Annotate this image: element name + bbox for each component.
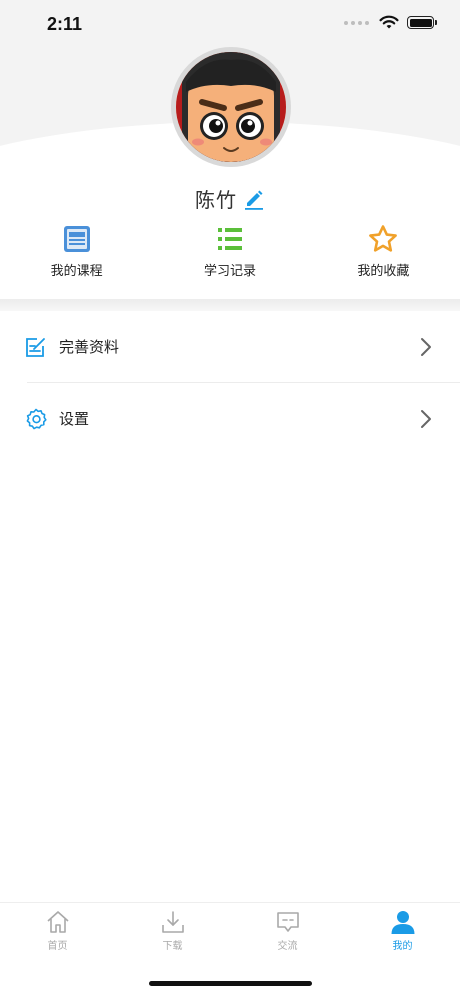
- username: 陈竹: [195, 188, 237, 212]
- wifi-icon: [379, 15, 399, 29]
- username-row: 陈竹: [0, 184, 460, 213]
- tab-chat-label: 交流: [277, 941, 298, 952]
- tab-chat[interactable]: 交流: [230, 903, 345, 962]
- tab-mine[interactable]: 我的: [345, 903, 460, 962]
- my-courses-button[interactable]: 我的课程: [0, 224, 153, 284]
- my-courses-label: 我的课程: [50, 264, 103, 279]
- chevron-right-icon: [421, 337, 431, 356]
- settings-menu: 完善资料 设置: [0, 311, 460, 454]
- tab-home[interactable]: 首页: [0, 903, 115, 962]
- star-icon: [369, 225, 398, 252]
- tab-download[interactable]: 下载: [115, 903, 230, 962]
- edit-profile-icon: [26, 337, 45, 357]
- study-record-button[interactable]: 学习记录: [153, 224, 306, 284]
- tab-download-label: 下载: [162, 941, 183, 952]
- home-icon: [46, 911, 69, 933]
- status-time: 2:11: [47, 14, 83, 34]
- my-favorites-button[interactable]: 我的收藏: [307, 224, 460, 284]
- quick-actions: 我的课程 学习记录 我的收藏: [0, 224, 460, 284]
- course-icon: [63, 226, 90, 252]
- home-indicator: [149, 981, 312, 986]
- my-favorites-label: 我的收藏: [357, 264, 410, 279]
- tab-home-label: 首页: [47, 941, 68, 952]
- profile-header: 2:11 陈竹 我的课程 学习记录 我的收藏: [0, 0, 460, 300]
- menu-item-settings[interactable]: 设置: [0, 383, 460, 454]
- avatar[interactable]: [171, 47, 291, 167]
- complete-profile-label: 完善资料: [59, 338, 120, 356]
- chat-icon: [276, 912, 299, 932]
- battery-icon: [407, 16, 437, 29]
- list-icon: [217, 228, 242, 250]
- settings-label: 设置: [59, 410, 90, 428]
- section-divider: [0, 299, 460, 311]
- user-icon: [391, 911, 414, 934]
- chevron-right-icon: [421, 409, 431, 428]
- study-record-label: 学习记录: [203, 264, 256, 279]
- pencil-icon[interactable]: [243, 188, 265, 210]
- signal-icon: [344, 20, 369, 25]
- tab-mine-label: 我的: [392, 941, 413, 952]
- status-bar: 2:11: [0, 0, 460, 50]
- tab-bar: 首页 下载 交流 我的: [0, 902, 460, 962]
- download-icon: [161, 911, 184, 933]
- gear-icon: [26, 408, 47, 429]
- cartoon-avatar-icon: [176, 52, 286, 162]
- status-indicators: [344, 15, 437, 30]
- menu-item-complete-profile[interactable]: 完善资料: [0, 311, 460, 382]
